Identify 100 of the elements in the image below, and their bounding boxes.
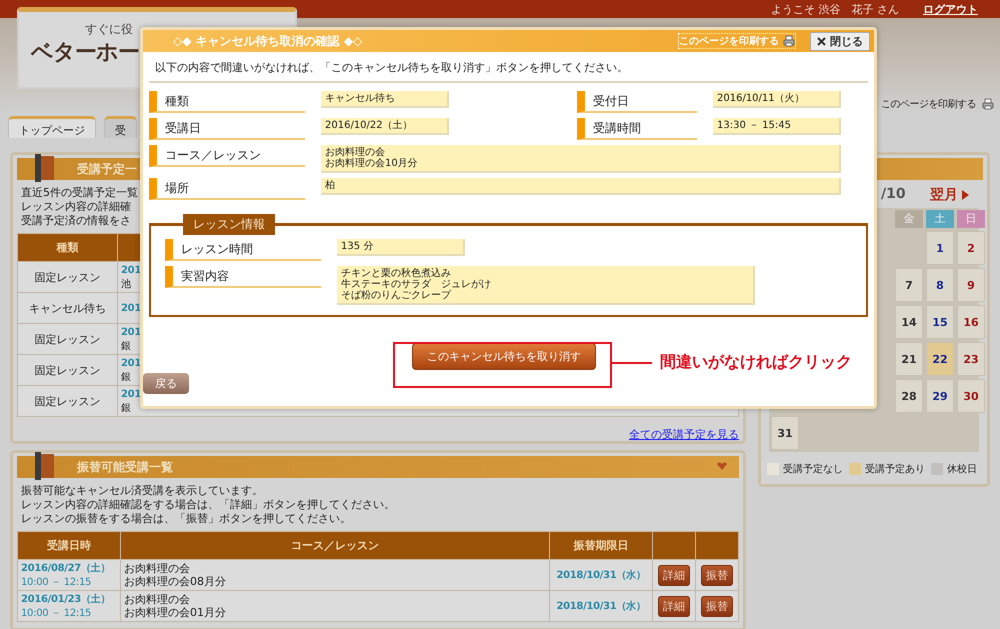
print-link[interactable]: このページを印刷する — [881, 97, 976, 111]
close-icon — [817, 36, 826, 46]
callout-text: 間違いがなければクリック — [660, 352, 852, 373]
field-value: 2016/10/22（土） — [321, 118, 449, 135]
legend-label: 受講予定なし — [783, 464, 843, 475]
field-label: レッスン時間 — [165, 239, 321, 261]
field-value: 135 分 — [337, 239, 465, 256]
field-value: 柏 — [321, 178, 841, 195]
time-text: 10:00 － 12:15 — [21, 577, 92, 588]
calendar-day[interactable]: 7 — [895, 268, 923, 302]
calendar-day[interactable]: 15 — [926, 305, 954, 339]
weekday-header: 日 — [957, 210, 985, 228]
date-link[interactable]: 201 — [121, 327, 141, 338]
field-label: コース／レッスン — [149, 145, 305, 167]
column-header: 受講日時 — [18, 532, 120, 560]
calendar-day[interactable]: 8 — [926, 268, 954, 302]
calendar-day[interactable]: 29 — [926, 379, 954, 413]
calendar-day[interactable]: 9 — [957, 268, 985, 302]
weekday-header: 土 — [926, 210, 954, 228]
field-value: 2016/10/11（火） — [713, 91, 841, 108]
dialog-title: ◇◆ キャンセル待ち取消の確認 ◆◇ — [173, 32, 364, 50]
calendar-day[interactable]: 2 — [957, 231, 985, 265]
field-value: チキンと栗の秋色煮込み 牛ステーキのサラダ ジュレがけ そば粉のりんごクレープ — [337, 266, 755, 305]
printer-icon — [982, 98, 994, 110]
section-title: 受講予定一 — [77, 160, 137, 178]
instruction-text: 以下の内容で間違いがなければ、「このキャンセル待ちを取り消す」ボタンを押してください。 — [149, 52, 868, 83]
intro-text: 受講予定済の情報をさ — [21, 214, 131, 228]
column-header: 振替期限日 — [550, 532, 652, 560]
calendar-day[interactable]: 28 — [895, 379, 923, 413]
group-legend: レッスン情報 — [183, 214, 275, 235]
detail-button[interactable]: 詳細 — [658, 564, 690, 586]
table-cell: 2018/10/31（水） — [550, 560, 652, 590]
book-icon — [35, 154, 55, 182]
date-link[interactable]: 2016/08/27（土） — [21, 563, 110, 574]
logo-text: ベターホー — [31, 40, 139, 66]
all-schedule-link[interactable]: 全ての受講予定を見る — [629, 427, 739, 442]
lesson-text: お肉料理の会01月分 — [124, 606, 226, 619]
close-button[interactable]: 閉じる — [810, 32, 870, 50]
date-link[interactable]: 2016/01/23（土） — [21, 594, 110, 605]
field-value: お肉料理の会 お肉料理の会10月分 — [321, 145, 841, 173]
time-text: 10:00 － 12:15 — [21, 608, 92, 619]
calendar-day[interactable]: 14 — [895, 305, 923, 339]
calendar-day[interactable]: 30 — [957, 379, 985, 413]
transfer-button[interactable]: 振替 — [701, 564, 733, 586]
intro-text: 直近5件の受講予定一覧 — [21, 186, 138, 200]
calendar-day[interactable]: 23 — [957, 342, 985, 376]
field-label: 場所 — [149, 178, 305, 200]
logout-link[interactable]: ログアウト — [923, 2, 978, 16]
lesson-text: お肉料理の会08月分 — [124, 575, 226, 588]
table-cell: キャンセル待ち — [18, 292, 118, 324]
field-label: 種類 — [149, 91, 305, 113]
section-title: 振替可能受講一覧 — [77, 458, 173, 476]
legend-label: 受講予定あり — [865, 464, 925, 475]
calendar-day[interactable]: 1 — [926, 231, 954, 265]
place-text: 銀 — [121, 403, 131, 414]
detail-button[interactable]: 詳細 — [658, 596, 690, 616]
calendar-day[interactable]: 22 — [926, 342, 954, 376]
triangle-icon — [962, 190, 969, 200]
place-text: 銀 — [121, 341, 131, 352]
weekday-header: 金 — [895, 210, 923, 228]
transfer-button[interactable]: 振替 — [701, 596, 733, 616]
legend-label: 休校日 — [947, 464, 977, 475]
welcome-text: ようこそ 渋谷 花子 さん — [771, 2, 899, 16]
book-icon — [35, 452, 55, 480]
table-cell: 固定レッスン — [18, 354, 118, 386]
table-cell: 固定レッスン — [18, 324, 118, 354]
field-value: キャンセル待ち — [321, 91, 449, 108]
intro-text: 振替可能なキャンセル済受講を表示しています。 — [21, 484, 263, 498]
date-link[interactable]: 201 — [121, 358, 141, 369]
table-cell: 2018/10/31（水） — [550, 590, 652, 622]
field-label: 受付日 — [577, 91, 697, 113]
field-value: 13:30 － 15:45 — [713, 118, 841, 135]
calendar-day[interactable]: 21 — [895, 342, 923, 376]
cancel-waitlist-button[interactable]: このキャンセル待ちを取り消す — [412, 343, 596, 370]
intro-text: レッスン内容の詳細確 — [21, 200, 131, 214]
next-month-link[interactable]: 翌月 — [930, 186, 969, 204]
logo-tagline: すぐに役 — [85, 22, 133, 36]
leader-line — [612, 362, 652, 364]
place-text: 銀 — [121, 372, 131, 383]
field-label: 実習内容 — [165, 266, 321, 288]
table-cell: 固定レッスン — [18, 386, 118, 416]
calendar-day[interactable]: 16 — [957, 305, 985, 339]
date-link[interactable]: 201 — [121, 303, 141, 314]
place-text: 池 — [121, 279, 131, 290]
date-link[interactable]: 201 — [121, 265, 141, 276]
calendar-day[interactable]: 31 — [771, 416, 799, 450]
course-text: お肉料理の会 — [124, 593, 190, 606]
course-text: お肉料理の会 — [124, 562, 190, 575]
column-header: コース／レッスン — [120, 532, 550, 560]
field-label: 受講日 — [149, 118, 305, 140]
table-cell: 固定レッスン — [18, 262, 118, 292]
month-label: /10 — [881, 186, 906, 204]
intro-text: レッスンの振替をする場合は、「振替」ボタンを押してください。 — [21, 512, 351, 526]
date-link[interactable]: 201 — [121, 389, 141, 400]
intro-text: レッスン内容の詳細確認をする場合は、「詳細」ボタンを押してください。 — [21, 498, 395, 512]
nav-tab[interactable]: トップページ — [8, 116, 96, 138]
collapse-icon[interactable] — [717, 462, 727, 470]
column-header: 種類 — [18, 234, 118, 262]
back-button[interactable]: 戻る — [143, 373, 189, 394]
nav-tab[interactable]: 受 — [104, 116, 137, 138]
